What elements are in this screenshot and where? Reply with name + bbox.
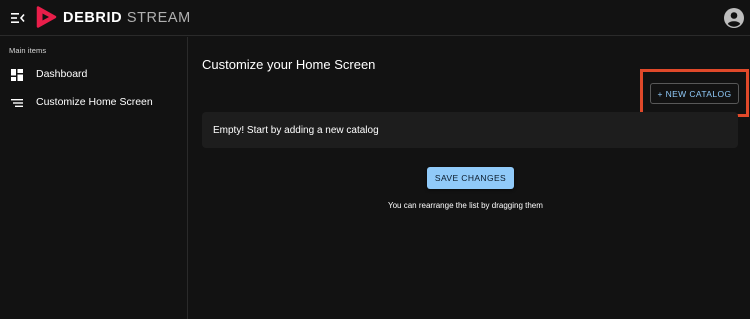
rearrange-hint: You can rearrange the list by dragging t…	[388, 201, 543, 210]
sidebar-section-title: Main items	[9, 46, 47, 55]
page-title: Customize your Home Screen	[202, 57, 376, 72]
brand-name: DEBRID STREAM	[63, 10, 191, 26]
app-root: DEBRID STREAM Main items Dashboard Custo…	[0, 0, 750, 319]
menu-collapse-icon[interactable]	[10, 10, 26, 26]
sidebar-item-label: Customize Home Screen	[36, 96, 153, 108]
play-logo-icon[interactable]	[34, 5, 58, 29]
account-circle-icon[interactable]	[724, 8, 744, 28]
save-changes-button[interactable]: SAVE CHANGES	[427, 167, 514, 189]
empty-catalog-card: Empty! Start by adding a new catalog	[202, 112, 738, 148]
new-catalog-button[interactable]: + NEW CATALOG	[650, 83, 739, 104]
empty-state-text: Empty! Start by adding a new catalog	[213, 125, 379, 136]
top-app-bar: DEBRID STREAM	[0, 0, 750, 36]
sidebar-item-customize-home-screen[interactable]: Customize Home Screen	[0, 89, 187, 115]
brand-light: STREAM	[126, 10, 191, 26]
sidebar: Main items Dashboard Customize Home Scre…	[0, 37, 188, 319]
dashboard-icon	[11, 68, 23, 81]
sidebar-item-dashboard[interactable]: Dashboard	[0, 61, 187, 87]
brand-strong: DEBRID	[63, 10, 123, 26]
sidebar-item-label: Dashboard	[36, 68, 88, 80]
sort-list-icon	[11, 96, 23, 108]
